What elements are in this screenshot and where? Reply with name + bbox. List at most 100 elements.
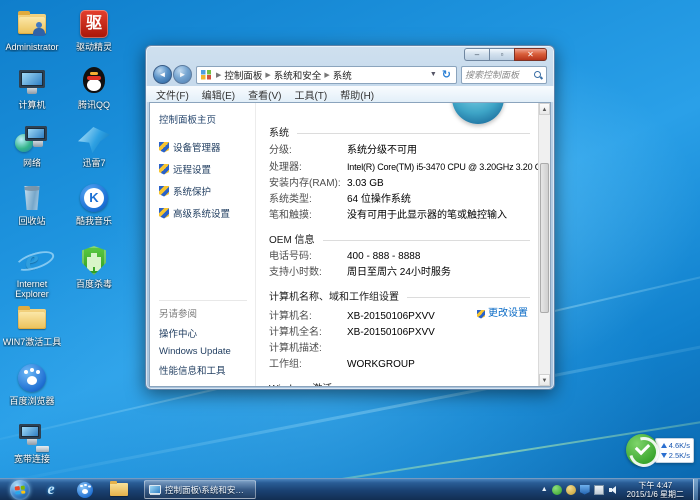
system-info-panel: 系统 分级: 系统分级不可用 处理器: Intel(R) Core(TM) i5… [256,103,538,386]
net-speed-widget[interactable]: 4.6K/s 2.5K/s [626,434,694,466]
clock-date: 2015/1/6 星期二 [627,490,684,499]
desktop-icon-internet-explorer[interactable]: e Internet Explorer [0,245,64,299]
menu-help[interactable]: 帮助(H) [340,87,374,102]
tray-network-icon[interactable] [594,485,604,495]
menu-bar: 文件(F) 编辑(E) 查看(V) 工具(T) 帮助(H) [146,86,554,102]
windows-flag-icon [15,485,26,494]
row-pen-touch: 笔和触摸: 没有可用于此显示器的笔或触控输入 [269,208,538,224]
taskbar-baidu-browser-icon[interactable] [72,480,98,500]
menu-file[interactable]: 文件(F) [156,87,189,102]
rating-link[interactable]: 系统分级不可用 [347,143,417,159]
row-phone: 电话号码: 400 - 888 - 8888 [269,249,538,265]
search-icon [533,70,543,80]
desktop-icon-baidu-antivirus[interactable]: 百度杀毒 [62,245,126,289]
control-panel-icon [201,70,211,80]
sidebar-item-control-panel-home[interactable]: 控制面板主页 [159,112,255,126]
taskbar-ie-icon[interactable]: e [38,480,64,500]
breadcrumb-separator: ▶ [321,71,332,79]
sidebar-item-windows-update[interactable]: Windows Update [159,346,247,357]
vertical-scrollbar[interactable]: ▲ ▼ [538,103,550,386]
icon-label: 回收站 [18,216,45,226]
start-button[interactable] [10,480,30,500]
security-check-icon[interactable] [626,434,658,466]
icon-label: 百度杀毒 [76,279,112,289]
icon-label: Administrator [5,42,58,52]
desktop-icon-driver-genius[interactable]: 驱 驱动精灵 [62,8,126,52]
computer-icon [15,66,49,98]
sidebar-item-remote-settings[interactable]: 远程设置 [159,162,255,176]
download-speed: 2.5K/s [661,451,690,460]
navigation-bar: ◄ ► ▶ 控制面板 ▶ 系统和安全 ▶ 系统 ▼ ↻ [146,63,554,86]
icon-label: 百度浏览器 [9,396,54,406]
back-button[interactable]: ◄ [153,65,172,84]
sidebar-item-performance-tools[interactable]: 性能信息和工具 [159,363,247,377]
taskbar-explorer-icon[interactable] [106,480,132,500]
desktop-icon-recycle-bin[interactable]: 回收站 [0,182,64,226]
tray-volume-icon[interactable] [608,485,618,495]
maximize-button[interactable]: ▫ [489,48,514,61]
taskbar-clock[interactable]: 下午 4:47 2015/1/6 星期二 [622,481,689,499]
sidebar-item-device-manager[interactable]: 设备管理器 [159,140,255,154]
scroll-up-icon[interactable]: ▲ [539,103,550,115]
tray-security-icon[interactable] [552,485,562,495]
desktop-icon-network[interactable]: 网络 [0,124,64,168]
breadcrumb-control-panel[interactable]: 控制面板 [224,68,262,82]
breadcrumb-system-security[interactable]: 系统和安全 [274,68,322,82]
sidebar: 控制面板主页 设备管理器 远程设置 系统保护 高级系统设置 [150,103,256,386]
desktop-icon-computer[interactable]: 计算机 [0,66,64,110]
desktop-icon-administrator[interactable]: Administrator [0,8,64,52]
icon-label: 迅雷7 [82,158,105,168]
section-header-system: 系统 [269,124,538,139]
search-input[interactable] [465,70,533,80]
tray-shield-icon[interactable] [580,485,590,495]
minimize-button[interactable]: – [464,48,489,61]
row-workgroup: 工作组: WORKGROUP [269,357,538,373]
row-os-type: 系统类型: 64 位操作系统 [269,192,538,208]
sidebar-item-label: 系统保护 [173,184,211,198]
desktop-icon-qq[interactable]: 腾讯QQ [62,66,126,110]
forward-button[interactable]: ► [173,65,192,84]
broadband-connection-icon [15,420,49,452]
desktop-icon-broadband[interactable]: 宽带连接 [0,420,64,464]
system-window: – ▫ ✕ ◄ ► ▶ 控制面板 ▶ 系统和安全 ▶ 系统 ▼ ↻ [145,45,555,390]
menu-edit[interactable]: 编辑(E) [202,87,235,102]
search-box[interactable] [461,66,547,84]
breadcrumb-system[interactable]: 系统 [333,68,352,82]
windows-logo-partial [452,103,504,124]
window-titlebar[interactable]: – ▫ ✕ [146,46,554,63]
address-bar[interactable]: ▶ 控制面板 ▶ 系统和安全 ▶ 系统 ▼ ↻ [196,66,457,84]
row-processor: 处理器: Intel(R) Core(TM) i5-3470 CPU @ 3.2… [269,159,538,176]
sidebar-item-action-center[interactable]: 操作中心 [159,326,247,340]
scroll-down-icon[interactable]: ▼ [539,374,550,386]
close-button[interactable]: ✕ [514,48,547,61]
taskbar-active-window-button[interactable]: 控制面板\系统和安全\系统 [144,480,256,499]
icon-label: 宽带连接 [14,454,50,464]
menu-tools[interactable]: 工具(T) [294,87,327,102]
address-dropdown-icon[interactable]: ▼ [427,71,440,78]
sidebar-item-advanced-settings[interactable]: 高级系统设置 [159,206,255,220]
tray-expand-icon[interactable]: ▲ [541,486,548,493]
desktop-icon-kuwo[interactable]: 酷我音乐 [62,182,126,226]
desktop-icon-baidu-browser[interactable]: 百度浏览器 [0,362,64,406]
desktop-icon-win7-activator[interactable]: WIN7激活工具 [0,303,64,347]
desktop: Administrator 计算机 网络 回收站 e Internet Expl… [0,0,700,500]
change-settings-link[interactable]: 更改设置 [477,306,528,322]
driver-genius-icon: 驱 [77,8,111,40]
see-also-section: 另请参阅 操作中心 Windows Update 性能信息和工具 [159,300,247,383]
desktop-icon-xunlei[interactable]: 迅雷7 [62,124,126,168]
sidebar-item-system-protection[interactable]: 系统保护 [159,184,255,198]
network-icon [15,124,49,156]
row-ram: 安装内存(RAM): 3.03 GB [269,176,538,192]
uac-shield-icon [477,310,485,319]
antivirus-shield-icon [77,245,111,277]
see-also-header: 另请参阅 [159,306,247,320]
sidebar-item-label: 远程设置 [173,162,211,176]
xunlei-bird-icon [77,124,111,156]
ie-icon: e [15,245,49,277]
tray-update-icon[interactable] [566,485,576,495]
show-desktop-button[interactable] [693,479,698,500]
uac-shield-icon [159,164,169,175]
scrollbar-thumb[interactable] [540,163,549,313]
menu-view[interactable]: 查看(V) [248,87,281,102]
refresh-icon[interactable]: ↻ [440,68,453,81]
